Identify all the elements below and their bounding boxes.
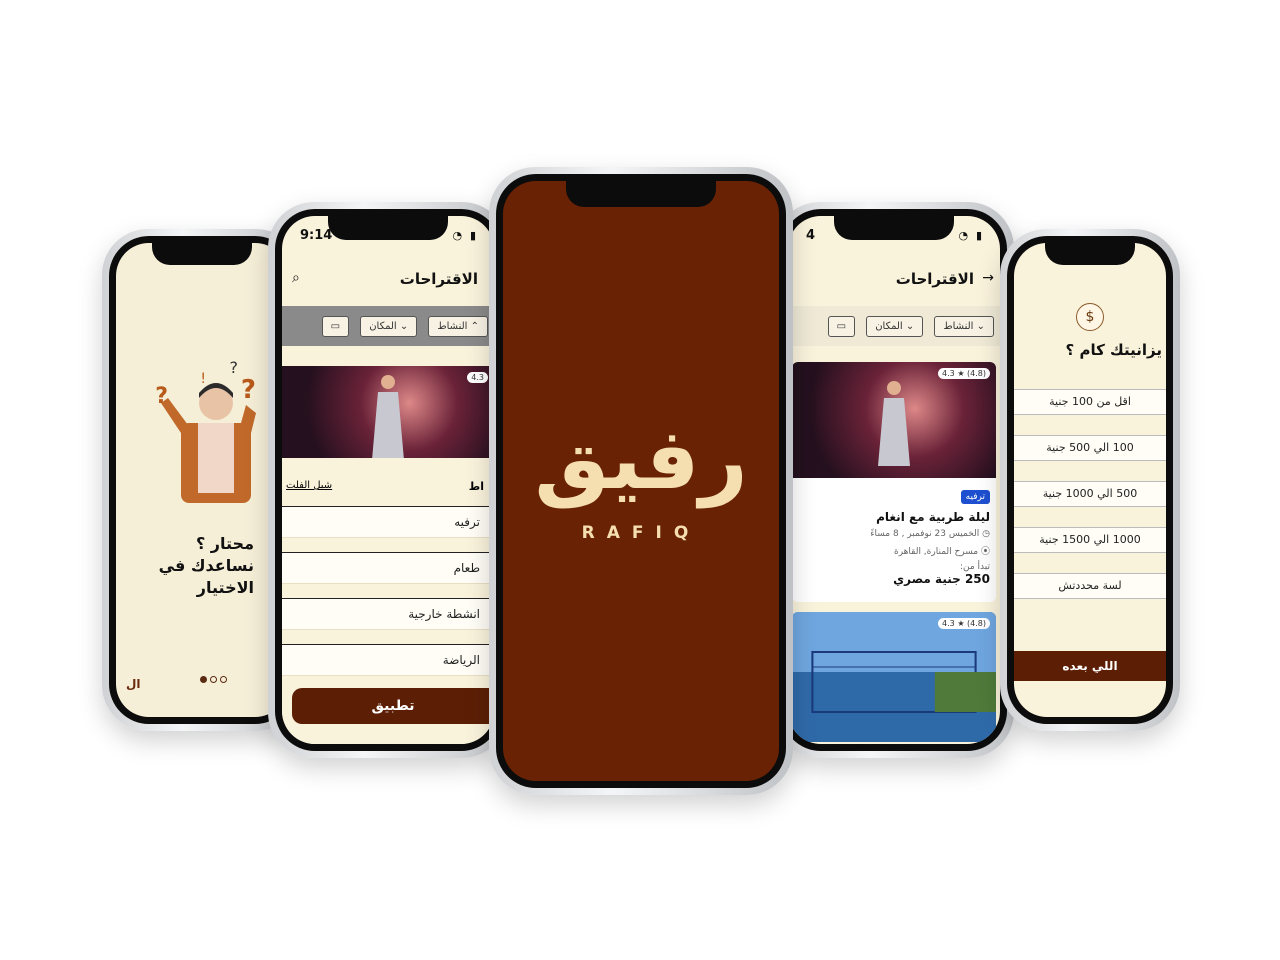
- onboarding-title-line1: محتار ؟: [195, 534, 254, 553]
- clear-filter-link[interactable]: شيل الفلت: [286, 480, 332, 491]
- rating-badge: 4.3: [467, 372, 488, 383]
- rating-badge: 4.3 ★ (4.8): [938, 618, 990, 629]
- option-label: انشطة خارجية: [408, 607, 480, 621]
- sheet-title: اط: [468, 480, 484, 493]
- option-label: ترفيه: [454, 515, 480, 529]
- filter-sheet: اط شيل الفلت ترفيه طعام انشطة خارجية الر…: [282, 476, 494, 744]
- budget-screen: $ يزانيتك كام ؟ اقل من 100 جنية 100 الي …: [1014, 243, 1166, 717]
- mockup-stage: ? ? ? ! محتار ؟ نساعدك في الاختيار ال 9:…: [0, 0, 1280, 960]
- event-location-text: مسرح المنارة, القاهرة: [893, 547, 979, 557]
- phone-budget: $ يزانيتك كام ؟ اقل من 100 جنية 100 الي …: [1000, 229, 1180, 731]
- battery-icon: ◔ ▮: [958, 229, 984, 242]
- page-title: الاقتراحات: [895, 270, 974, 288]
- header: الاقتراحات ⌕: [282, 264, 494, 294]
- search-icon[interactable]: ⌕: [292, 270, 300, 286]
- confused-person-illustration: ? ? ? !: [155, 358, 256, 503]
- budget-option[interactable]: 100 الي 500 جنية: [1014, 435, 1166, 461]
- padel-court-image: [792, 612, 996, 742]
- budget-option[interactable]: لسة محددتش: [1014, 573, 1166, 599]
- page-dot: [220, 676, 227, 683]
- apply-button[interactable]: تطبيق: [292, 688, 494, 724]
- chip-activity-label: النشاط: [437, 321, 468, 332]
- filter-chip-bar: ⌄ النشاط ⌄ المكان ▭: [788, 306, 1000, 346]
- header: الاقتراحات →: [788, 264, 1000, 294]
- chip-activity[interactable]: ⌃ النشاط: [428, 316, 488, 337]
- page-dot: [210, 676, 217, 683]
- filter-chip-bar: ⌃ النشاط ⌄ المكان ▭: [282, 306, 494, 346]
- status-time: 4: [806, 228, 816, 243]
- chip-place-label: المكان: [875, 321, 903, 332]
- logo-arabic: رفيق: [534, 410, 748, 508]
- svg-text:!: !: [200, 371, 206, 387]
- suggestions-screen: 4 ◔ ▮ الاقتراحات → ⌄ النشاط ⌄ المكان ▭ 4…: [788, 216, 1000, 744]
- option-outdoor[interactable]: انشطة خارجية: [282, 598, 494, 630]
- svg-text:?: ?: [230, 358, 239, 377]
- singer-figure: [878, 381, 910, 466]
- option-entertainment[interactable]: ترفيه: [282, 506, 494, 538]
- next-button[interactable]: اللي بعده: [1014, 651, 1166, 681]
- phone-filter: 9:14 ◔ ▮ الاقتراحات ⌕ ⌃ النشاط ⌄ المكان …: [268, 202, 508, 758]
- event-image: 4.3: [282, 366, 494, 458]
- singer-figure: [372, 375, 404, 458]
- phone-suggestions: 4 ◔ ▮ الاقتراحات → ⌄ النشاط ⌄ المكان ▭ 4…: [774, 202, 1014, 758]
- event-title: ليلة طربية مع انغام: [876, 510, 990, 524]
- event-date-text: الخميس 23 نوفمبر , 8 مساءً: [870, 529, 980, 539]
- sheet-header: اط شيل الفلت: [282, 480, 494, 502]
- event-card[interactable]: 4.3 ★ (4.8) ترفيه ليلة طربية مع انغام ◷ …: [792, 362, 996, 602]
- option-label: طعام: [453, 561, 480, 575]
- status-bar: 4 ◔ ▮: [788, 226, 1000, 248]
- back-arrow-icon[interactable]: →: [982, 270, 994, 286]
- logo-latin: RAFIQ: [581, 523, 701, 543]
- onboarding-screen: ? ? ? ! محتار ؟ نساعدك في الاختيار ال: [116, 243, 288, 717]
- budget-question: يزانيتك كام ؟: [1065, 341, 1162, 359]
- budget-option[interactable]: 500 الي 1000 جنية: [1014, 481, 1166, 507]
- chip-place[interactable]: ⌄ المكان: [866, 316, 924, 337]
- status-time: 9:14: [300, 228, 333, 243]
- event-date: ◷ الخميس 23 نوفمبر , 8 مساءً: [798, 529, 990, 539]
- budget-option[interactable]: 1000 الي 1500 جنية: [1014, 527, 1166, 553]
- page-dot-active: [200, 676, 207, 683]
- option-food[interactable]: طعام: [282, 552, 494, 584]
- chip-activity[interactable]: ⌄ النشاط: [934, 316, 994, 337]
- chip-price[interactable]: ▭: [321, 316, 350, 337]
- chip-price[interactable]: ▭: [827, 316, 856, 337]
- rating-badge: 4.3 ★ (4.8): [938, 368, 990, 379]
- onboarding-next-link[interactable]: ال: [126, 677, 141, 691]
- budget-option[interactable]: اقل من 100 جنية: [1014, 389, 1166, 415]
- option-sports[interactable]: الرياضة: [282, 644, 494, 676]
- wifi-icon: ◔ ▮: [452, 229, 478, 242]
- status-bar: 9:14 ◔ ▮: [282, 226, 494, 248]
- filter-screen: 9:14 ◔ ▮ الاقتراحات ⌕ ⌃ النشاط ⌄ المكان …: [282, 216, 494, 744]
- chip-place[interactable]: ⌄ المكان: [360, 316, 418, 337]
- option-label: الرياضة: [442, 653, 480, 667]
- page-title: الاقتراحات: [399, 270, 478, 288]
- event-location: ⦿ مسرح المنارة, القاهرة: [798, 544, 990, 557]
- event-card[interactable]: 4.3 ★ (4.8): [792, 612, 996, 742]
- location-pin-icon: ⦿: [978, 547, 990, 557]
- splash-screen: رفيق RAFIQ: [503, 181, 779, 781]
- page-indicator[interactable]: [200, 668, 230, 687]
- phone-splash: رفيق RAFIQ: [489, 167, 793, 795]
- onboarding-title-line2: نساعدك في الاختيار: [158, 556, 254, 597]
- dollar-icon: $: [1076, 303, 1104, 331]
- clock-icon: ◷: [979, 529, 990, 539]
- event-image: 4.3 ★ (4.8): [792, 362, 996, 478]
- price-prefix: تبدأ من:: [959, 562, 990, 572]
- svg-text:?: ?: [241, 375, 256, 405]
- category-badge: ترفيه: [960, 490, 990, 504]
- event-price: 250 جنية مصري: [893, 572, 990, 586]
- chip-activity-label: النشاط: [943, 321, 974, 332]
- chip-place-label: المكان: [369, 321, 397, 332]
